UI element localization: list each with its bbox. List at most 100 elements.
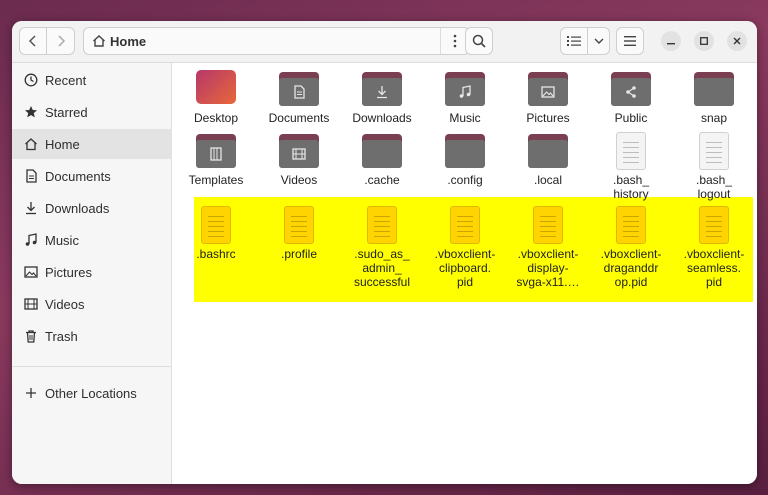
sidebar-item-label: Recent: [45, 73, 87, 88]
file-name: Desktop: [193, 111, 239, 125]
text-file-icon: [694, 206, 734, 244]
sidebar-item-documents[interactable]: Documents: [12, 161, 171, 191]
minimize-button[interactable]: [661, 31, 681, 51]
path-bar[interactable]: Home: [83, 27, 470, 55]
picture-icon: [24, 266, 38, 278]
close-button[interactable]: [727, 31, 747, 51]
file-item-vboxclient-seamless-pid[interactable]: .vboxclient- seamless. pid: [675, 206, 753, 289]
sidebar-item-starred[interactable]: Starred: [12, 97, 171, 127]
clock-icon: [24, 73, 38, 87]
file-item-bash-history[interactable]: .bash_ history: [592, 132, 670, 201]
file-item-videos[interactable]: Videos: [260, 132, 338, 187]
download-icon: [26, 202, 36, 215]
text-file-icon: [611, 206, 651, 244]
sidebar-item-label: Starred: [45, 105, 88, 120]
file-item-cache[interactable]: .cache: [343, 132, 421, 187]
file-item-templates[interactable]: Templates: [177, 132, 255, 187]
text-file-icon: [445, 206, 485, 244]
main-menu-button[interactable]: [616, 27, 644, 55]
sidebar-item-downloads[interactable]: Downloads: [12, 193, 171, 223]
kebab-menu-icon: [453, 34, 457, 48]
sidebar-item-label: Documents: [45, 169, 111, 184]
sidebar-item-recent[interactable]: Recent: [12, 65, 171, 95]
file-name: Public: [614, 111, 648, 125]
search-button[interactable]: [465, 27, 493, 55]
file-item-sudo-as-admin-successful[interactable]: .sudo_as_ admin_ successful: [343, 206, 421, 289]
file-item-bashrc[interactable]: .bashrc: [177, 206, 255, 261]
home-icon: [25, 138, 37, 151]
public-folder-icon: [611, 70, 651, 108]
view-options-button[interactable]: [588, 27, 610, 55]
sidebar-item-label: Music: [45, 233, 79, 248]
chevron-down-icon: [594, 38, 603, 44]
video-icon: [24, 298, 38, 310]
file-item-public[interactable]: Public: [592, 70, 670, 125]
file-item-vboxclient-display-svga[interactable]: .vboxclient- display- svga-x11.…: [509, 206, 587, 289]
downloads-folder-icon: [362, 70, 402, 108]
file-item-downloads[interactable]: Downloads: [343, 70, 421, 125]
sidebar-item-label: Downloads: [45, 201, 110, 216]
file-manager-window: Home Recent Starred Home Documents Downl…: [12, 21, 757, 484]
sidebar-item-other-locations[interactable]: Other Locations: [12, 378, 171, 408]
list-view-icon: [567, 36, 581, 46]
file-name: .local: [533, 173, 562, 187]
minimize-icon: [667, 43, 675, 45]
documents-folder-icon: [279, 70, 319, 108]
folder-icon: [694, 70, 734, 108]
text-file-icon: [694, 132, 734, 170]
file-item-music[interactable]: Music: [426, 70, 504, 125]
home-icon: [93, 35, 105, 47]
file-name: .profile: [280, 247, 318, 261]
videos-folder-icon: [279, 132, 319, 170]
back-button[interactable]: [19, 27, 47, 55]
file-grid: Desktop Documents Downloads Music Pictur…: [172, 63, 757, 484]
music-icon: [25, 233, 37, 246]
sidebar-item-label: Home: [45, 137, 80, 152]
sidebar-item-trash[interactable]: Trash: [12, 321, 171, 351]
sidebar-item-home[interactable]: Home: [12, 129, 171, 159]
file-item-desktop[interactable]: Desktop: [177, 70, 255, 125]
folder-icon: [362, 132, 402, 170]
close-icon: [733, 37, 741, 45]
file-item-bash-logout[interactable]: .bash_ logout: [675, 132, 753, 201]
sidebar-item-videos[interactable]: Videos: [12, 289, 171, 319]
maximize-button[interactable]: [694, 31, 714, 51]
file-name: .config: [447, 173, 483, 187]
file-name: .vboxclient- clipboard. pid: [434, 247, 496, 289]
file-name: .cache: [364, 173, 400, 187]
text-file-icon: [279, 206, 319, 244]
file-item-vboxclient-clipboard-pid[interactable]: .vboxclient- clipboard. pid: [426, 206, 504, 289]
sidebar-item-pictures[interactable]: Pictures: [12, 257, 171, 287]
file-name: snap: [700, 111, 728, 125]
search-icon: [472, 34, 486, 48]
file-name: Downloads: [352, 111, 412, 125]
file-item-config[interactable]: .config: [426, 132, 504, 187]
text-file-icon: [611, 132, 651, 170]
list-view-button[interactable]: [560, 27, 588, 55]
file-name: .bash_ history: [612, 173, 650, 201]
file-item-snap[interactable]: snap: [675, 70, 753, 125]
file-item-local[interactable]: .local: [509, 132, 587, 187]
file-name: .vboxclient- seamless. pid: [683, 247, 745, 289]
document-icon: [26, 169, 37, 183]
file-name: Documents: [268, 111, 330, 125]
forward-button[interactable]: [47, 27, 75, 55]
folder-icon: [528, 132, 568, 170]
file-name: .vboxclient- display- svga-x11.…: [516, 247, 580, 289]
file-name: .bash_ logout: [695, 173, 733, 201]
star-icon: [25, 106, 37, 118]
sidebar-item-label: Videos: [45, 297, 85, 312]
sidebar-item-music[interactable]: Music: [12, 225, 171, 255]
templates-folder-icon: [196, 132, 236, 170]
file-item-pictures[interactable]: Pictures: [509, 70, 587, 125]
pictures-folder-icon: [528, 70, 568, 108]
file-item-profile[interactable]: .profile: [260, 206, 338, 261]
file-item-vboxclient-draganddrop-pid[interactable]: .vboxclient- draganddr op.pid: [592, 206, 670, 289]
trash-icon: [26, 330, 36, 343]
file-name: .bashrc: [196, 247, 236, 261]
file-item-documents[interactable]: Documents: [260, 70, 338, 125]
sidebar-item-label: Pictures: [45, 265, 92, 280]
plus-icon: [26, 388, 36, 398]
chevron-left-icon: [28, 35, 36, 47]
text-file-icon: [362, 206, 402, 244]
